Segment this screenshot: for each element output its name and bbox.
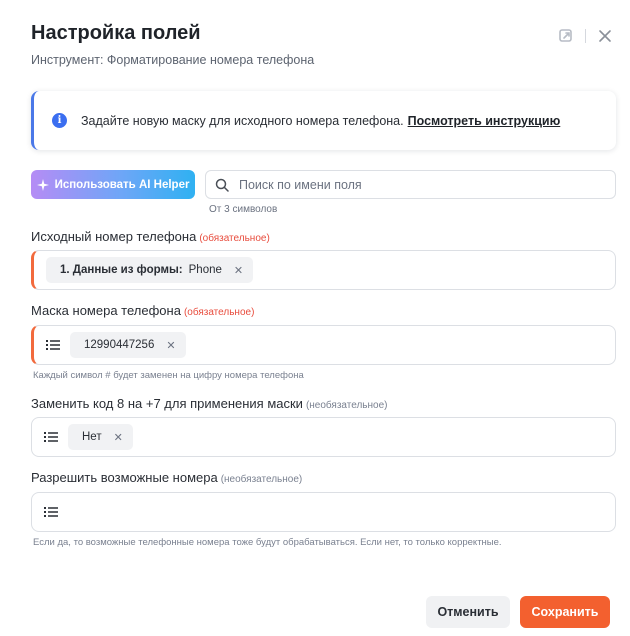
page-title: Настройка полей [31,22,201,44]
cancel-button[interactable]: Отменить [426,596,510,628]
remove-chip-icon[interactable]: ✕ [166,339,175,352]
list-icon[interactable] [44,431,58,443]
field-label-replace-code: Заменить код 8 на +7 для применения маск… [31,396,388,411]
remove-chip-icon[interactable]: ✕ [114,431,123,444]
save-button[interactable]: Сохранить [520,596,610,628]
search-input[interactable] [239,177,599,192]
close-icon[interactable] [596,27,614,45]
header-actions [557,27,614,45]
field-label-text: Заменить код 8 на +7 для применения маск… [31,396,303,411]
field-label-text: Исходный номер телефона [31,229,197,244]
header-divider [585,29,586,43]
replace-code-chip[interactable]: Нет ✕ [68,424,133,450]
info-icon: i [52,113,67,128]
remove-chip-icon[interactable]: ✕ [234,264,243,277]
mask-hint: Каждый символ # будет заменен на цифру н… [33,370,304,381]
mask-chip[interactable]: 12990447256 ✕ [70,332,186,358]
ai-helper-button[interactable]: Использовать AI Helper [31,170,195,199]
replace-code-field[interactable]: Нет ✕ [31,417,616,457]
field-label-allow-possible: Разрешить возможные номера (необязательно… [31,470,302,485]
optional-tag: (необязательное) [305,400,388,411]
page-subtitle: Инструмент: Форматирование номера телефо… [31,53,315,67]
chip-value: Phone [188,264,222,276]
search-hint: От 3 символов [209,204,278,215]
required-tag: (обязательное) [199,233,270,244]
list-icon[interactable] [44,506,58,518]
mask-field[interactable]: 12990447256 ✕ [31,325,616,365]
allow-possible-field[interactable] [31,492,616,532]
chip-value: Нет [82,431,102,443]
sparkle-icon [36,178,49,191]
info-banner: i Задайте новую маску для исходного номе… [31,91,616,150]
search-field[interactable] [205,170,616,199]
chip-value: 12990447256 [84,339,155,351]
source-phone-field[interactable]: 1. Данные из формы: Phone ✕ [31,250,616,290]
instruction-link[interactable]: Посмотреть инструкцию [408,114,561,128]
field-label-source-phone: Исходный номер телефона (обязательное) [31,229,270,244]
field-label-mask: Маска номера телефона (обязательное) [31,303,254,318]
list-icon[interactable] [46,339,60,351]
chip-prefix: 1. Данные из формы: [60,264,183,276]
allow-possible-hint: Если да, то возможные телефонные номера … [33,537,502,548]
ai-helper-label: Использовать AI Helper [54,178,190,191]
field-label-text: Разрешить возможные номера [31,470,218,485]
optional-tag: (необязательное) [220,474,303,485]
refresh-icon[interactable] [557,27,575,45]
search-icon [215,178,229,192]
required-tag: (обязательное) [183,307,255,318]
field-label-text: Маска номера телефона [31,303,181,318]
source-phone-chip[interactable]: 1. Данные из формы: Phone ✕ [46,257,254,283]
info-text: Задайте новую маску для исходного номера… [81,113,404,128]
